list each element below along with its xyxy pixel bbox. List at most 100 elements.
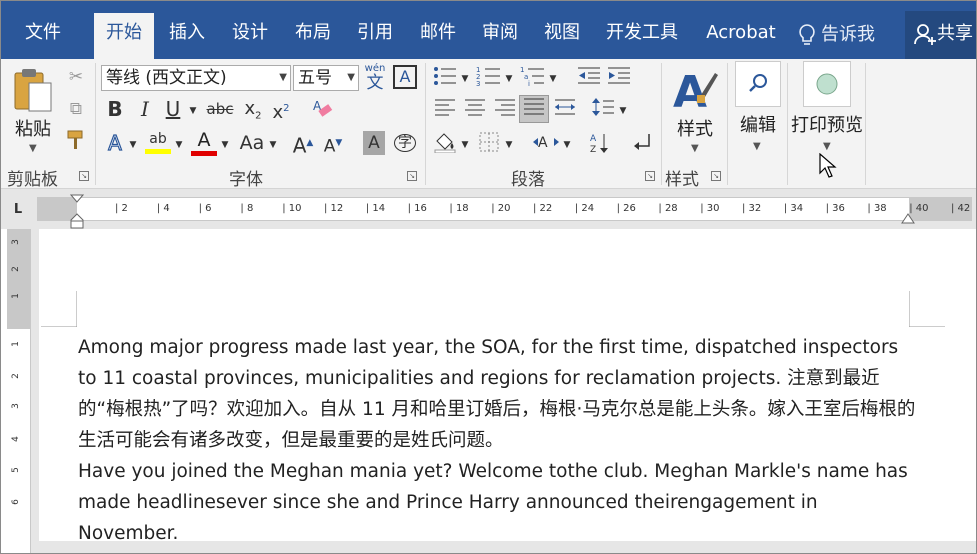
editing-button[interactable]: 编辑 ▼ bbox=[733, 61, 783, 159]
copy-icon[interactable]: ⧉ bbox=[63, 97, 89, 121]
share-label: 共享 bbox=[937, 23, 973, 44]
paragraph-2[interactable]: Have you joined the Meghan mania yet? We… bbox=[78, 456, 918, 549]
eraser-icon[interactable]: A bbox=[309, 97, 335, 126]
chevron-down-icon[interactable]: ▼ bbox=[617, 99, 629, 123]
align-left-icon[interactable] bbox=[431, 97, 459, 124]
group-label-styles: 样式 bbox=[665, 170, 699, 190]
subscript-icon[interactable]: x2 bbox=[241, 97, 265, 129]
paste-button[interactable]: 粘贴 ▼ bbox=[9, 63, 57, 159]
tab-layout[interactable]: 布局 bbox=[284, 13, 342, 59]
chevron-down-icon[interactable]: ▼ bbox=[459, 67, 471, 91]
font-size-combo[interactable]: 五号 ▼ bbox=[293, 65, 359, 91]
ruler-number: | 32 bbox=[742, 203, 762, 214]
numbering-icon[interactable]: 123 bbox=[475, 65, 503, 94]
italic-icon[interactable]: I bbox=[133, 97, 157, 121]
vruler-number: 3 bbox=[10, 239, 21, 245]
sort-icon[interactable]: AZ bbox=[587, 131, 613, 162]
chevron-down-icon[interactable]: ▼ bbox=[503, 133, 515, 157]
font-name-combo[interactable]: 等线 (西文正文) ▼ bbox=[101, 65, 291, 91]
chevron-down-icon: ▼ bbox=[753, 141, 761, 152]
font-launcher-icon[interactable]: ↘ bbox=[407, 171, 417, 181]
tab-home[interactable]: 开始 bbox=[94, 13, 154, 59]
tab-insert[interactable]: 插入 bbox=[158, 13, 216, 59]
chevron-down-icon[interactable]: ▼ bbox=[127, 133, 139, 157]
chinese-layout-icon[interactable]: A bbox=[531, 131, 561, 160]
vertical-ruler[interactable]: 3 2 1 1 2 3 4 5 6 bbox=[7, 229, 31, 553]
show-marks-icon[interactable] bbox=[629, 131, 655, 162]
underline-icon[interactable]: U bbox=[161, 97, 185, 121]
bullets-icon[interactable] bbox=[431, 65, 459, 94]
paste-icon bbox=[14, 69, 52, 112]
tab-view[interactable]: 视图 bbox=[533, 13, 591, 59]
enclose-char-icon[interactable]: 字 bbox=[393, 131, 417, 155]
char-shading-icon[interactable]: A bbox=[363, 131, 385, 155]
tab-mailings[interactable]: 邮件 bbox=[409, 13, 467, 59]
horizontal-ruler[interactable]: | 2 | 4 | 6 | 8 | 10 | 12 | 14 | 16 | 18 | 20 | 22… bbox=[37, 197, 972, 221]
grow-font-icon[interactable]: A▲ bbox=[291, 131, 315, 158]
print-preview-button[interactable]: 打印预览 ▼ bbox=[791, 61, 863, 159]
format-painter-icon[interactable] bbox=[63, 129, 89, 158]
line-spacing-icon[interactable] bbox=[589, 97, 617, 124]
print-preview-label: 打印预览 bbox=[791, 115, 863, 136]
change-case-icon[interactable]: Aa bbox=[235, 131, 269, 155]
chevron-down-icon[interactable]: ▼ bbox=[187, 99, 199, 123]
paragraph-launcher-icon[interactable]: ↘ bbox=[645, 171, 655, 181]
word-window: 文件 开始 插入 设计 布局 引用 邮件 审阅 视图 开发工具 Acrobat … bbox=[0, 0, 977, 554]
styles-button[interactable]: A 样式 ▼ bbox=[667, 63, 723, 159]
vruler-number: 3 bbox=[10, 403, 21, 409]
tab-selector[interactable]: L bbox=[9, 201, 27, 219]
svg-text:i: i bbox=[528, 80, 530, 87]
ruler-number: | 30 bbox=[700, 203, 720, 214]
chevron-down-icon: ▼ bbox=[279, 72, 287, 83]
margin-corner-top-right bbox=[909, 291, 945, 327]
cut-icon[interactable]: ✂ bbox=[63, 65, 89, 89]
increase-indent-icon[interactable] bbox=[605, 65, 633, 94]
person-add-icon bbox=[914, 24, 936, 45]
chevron-down-icon[interactable]: ▼ bbox=[219, 133, 231, 157]
tab-references[interactable]: 引用 bbox=[346, 13, 404, 59]
share-button[interactable]: 共享 bbox=[905, 11, 976, 59]
ruler-number: | 10 bbox=[282, 203, 302, 214]
styles-launcher-icon[interactable]: ↘ bbox=[711, 171, 721, 181]
strikethrough-icon[interactable]: abc bbox=[205, 97, 235, 121]
tab-design[interactable]: 设计 bbox=[221, 13, 279, 59]
chevron-down-icon[interactable]: ▼ bbox=[173, 133, 185, 157]
highlight-color-button[interactable]: ab bbox=[145, 129, 171, 157]
superscript-icon[interactable]: x2 bbox=[269, 97, 293, 125]
font-size-value: 五号 bbox=[298, 68, 332, 88]
first-line-indent-marker[interactable] bbox=[70, 194, 84, 206]
ruler-number: | 26 bbox=[616, 203, 636, 214]
chevron-down-icon[interactable]: ▼ bbox=[503, 67, 515, 91]
tab-file[interactable]: 文件 bbox=[11, 13, 75, 59]
shading-icon[interactable] bbox=[431, 131, 459, 160]
phonetic-guide-button[interactable]: wén 文 bbox=[363, 63, 387, 93]
align-right-icon[interactable] bbox=[491, 97, 519, 124]
tab-acrobat[interactable]: Acrobat bbox=[696, 13, 786, 59]
chevron-down-icon[interactable]: ▼ bbox=[267, 133, 279, 157]
chevron-down-icon[interactable]: ▼ bbox=[459, 133, 471, 157]
align-center-icon[interactable] bbox=[461, 97, 489, 124]
chevron-down-icon[interactable]: ▼ bbox=[547, 67, 559, 91]
ruler-number: | 22 bbox=[533, 203, 553, 214]
distributed-icon[interactable] bbox=[551, 97, 579, 124]
right-indent-marker[interactable] bbox=[901, 213, 915, 225]
tell-me-box[interactable]: 告诉我 bbox=[797, 13, 875, 59]
phonetic-bottom: 文 bbox=[366, 73, 384, 93]
clipboard-launcher-icon[interactable]: ↘ bbox=[79, 171, 89, 181]
paragraph-1[interactable]: Among major progress made last year, the… bbox=[78, 332, 918, 456]
tab-review[interactable]: 审阅 bbox=[471, 13, 529, 59]
text-effects-icon[interactable]: A bbox=[103, 130, 127, 155]
char-border-icon[interactable]: A bbox=[393, 65, 417, 89]
bold-icon[interactable]: B bbox=[103, 97, 127, 121]
justify-icon[interactable] bbox=[519, 95, 549, 123]
decrease-indent-icon[interactable] bbox=[575, 65, 603, 94]
font-color-button[interactable]: A bbox=[191, 129, 217, 157]
hanging-indent-marker[interactable] bbox=[70, 213, 84, 229]
shrink-font-icon[interactable]: A▼ bbox=[321, 131, 345, 159]
borders-icon[interactable] bbox=[475, 131, 503, 160]
highlight-swatch bbox=[145, 149, 171, 154]
document-body[interactable]: Among major progress made last year, the… bbox=[78, 332, 918, 549]
multilevel-list-icon[interactable]: 1ai bbox=[519, 65, 547, 94]
tab-developer[interactable]: 开发工具 bbox=[598, 13, 686, 59]
chevron-down-icon[interactable]: ▼ bbox=[561, 133, 573, 157]
